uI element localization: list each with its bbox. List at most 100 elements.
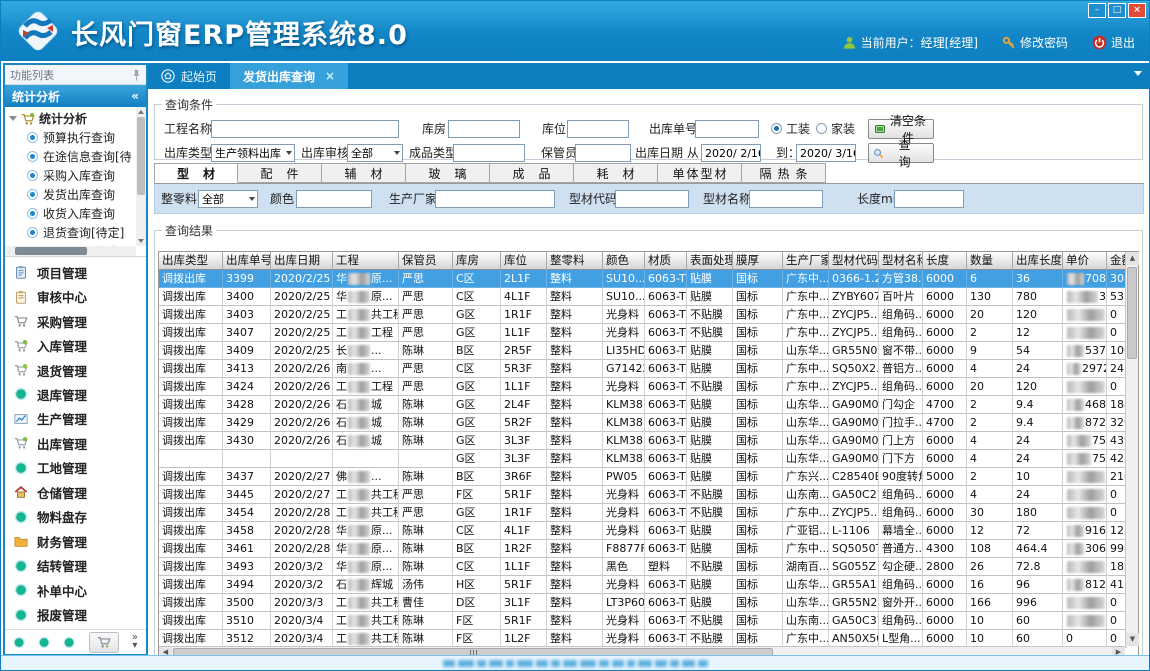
whole-select[interactable]: 全部 <box>198 190 258 208</box>
sidebar-group-folder[interactable]: 财务管理 <box>14 533 146 550</box>
mfr-input[interactable] <box>435 190 555 208</box>
sidebar-group-home[interactable]: 仓储管理 <box>14 484 146 501</box>
table-row[interactable]: 调拨出库34452020/2/27工共工程严思F区5R1F整料光身料6063-T… <box>159 486 1138 504</box>
material-tab[interactable]: 配件 <box>238 163 322 183</box>
warehouse-input[interactable] <box>448 120 520 138</box>
collapse-icon[interactable]: « <box>131 89 139 103</box>
tree-item[interactable]: 在途信息查询[待 <box>7 147 135 166</box>
radio-gongzhuang[interactable] <box>771 123 782 134</box>
column-header[interactable]: 出库长度 <box>1013 252 1063 270</box>
tree-item[interactable]: 采购入库查询 <box>7 166 135 185</box>
column-header[interactable]: 工程 <box>333 252 399 270</box>
sidebar-group-circle[interactable]: 工地管理 <box>14 459 146 476</box>
table-row[interactable]: 调拨出库35102020/3/4工共工程陈琳F区5R1F整料光身料6063-T5… <box>159 612 1138 630</box>
radio-jiazhuang[interactable] <box>816 123 827 134</box>
table-row[interactable]: 调拨出库34542020/2/28工共工程严思G区1R1F整料光身料6063-T… <box>159 504 1138 522</box>
table-row[interactable]: 调拨出库34032020/2/25工共工程严思G区1R1F整料光身料6063-T… <box>159 306 1138 324</box>
column-header[interactable]: 颜色 <box>603 252 645 270</box>
column-header[interactable]: 金额 <box>1107 252 1127 270</box>
column-header[interactable]: 膜厚 <box>733 252 783 270</box>
tab-shipping-query[interactable]: 发货出库查询 × <box>230 63 348 89</box>
sidebar-group-cart[interactable]: 采购管理 <box>14 313 146 330</box>
logout-button[interactable]: 退出 <box>1092 34 1135 51</box>
project-name-input[interactable] <box>211 120 399 138</box>
material-tab[interactable]: 耗材 <box>574 163 658 183</box>
search-button[interactable]: 查 询 <box>868 143 934 163</box>
location-input[interactable] <box>567 120 629 138</box>
maximize-button[interactable]: □ <box>1108 3 1126 18</box>
audit-select[interactable]: 全部 <box>347 144 403 162</box>
table-row[interactable]: 调拨出库34942020/3/2石辉城汤伟H区5R1F整料光身料6063-T5贴… <box>159 576 1138 594</box>
table-row[interactable]: 调拨出库34242020/2/26工工程严思G区1L1F整料光身料6063-T5… <box>159 378 1138 396</box>
minimize-button[interactable]: – <box>1088 3 1106 18</box>
sidebar-group-clipboard2[interactable]: 审核中心 <box>14 288 146 305</box>
tab-close-icon[interactable]: × <box>325 69 335 83</box>
table-row[interactable]: 调拨出库34582020/2/28华原...陈琳C区4L1F整料光身料6063-… <box>159 522 1138 540</box>
column-header[interactable]: 保管员 <box>399 252 453 270</box>
material-tab[interactable]: 隔热条 <box>742 163 826 183</box>
tree-item[interactable]: 预算执行查询 <box>7 128 135 147</box>
table-row[interactable]: 调拨出库33992020/2/25华原...严思C区2L1F整料SU10...6… <box>159 270 1138 288</box>
column-header[interactable]: 整零料 <box>547 252 603 270</box>
material-tab[interactable]: 辅材 <box>322 163 406 183</box>
tab-home[interactable]: 起始页 <box>148 63 230 89</box>
green-dot-icon[interactable] <box>63 636 75 649</box>
table-row[interactable]: 调拨出库34282020/2/26石城陈琳G区2L4F整料KLM38176063… <box>159 396 1138 414</box>
column-header[interactable]: 库位 <box>501 252 547 270</box>
sidebar-group-cart-red[interactable]: 退货管理 <box>14 362 146 379</box>
code-input[interactable] <box>615 190 689 208</box>
sidebar-group-chart[interactable]: 生产管理 <box>14 410 146 427</box>
sidebar-group-circle[interactable]: 报废管理 <box>14 606 146 623</box>
green-dot-icon[interactable] <box>13 636 25 649</box>
column-header[interactable]: 生产厂家 <box>783 252 829 270</box>
material-tab[interactable]: 成品 <box>490 163 574 183</box>
column-header[interactable]: 出库类型 <box>159 252 223 270</box>
table-row[interactable]: 调拨出库34072020/2/25工工程严思G区1L1F整料光身料6063-T5… <box>159 324 1138 342</box>
column-header[interactable]: 型材代码 <box>829 252 879 270</box>
sidebar-group-circle[interactable]: 退库管理 <box>14 386 146 403</box>
out-type-select[interactable]: 生产领料出库 <box>211 144 295 162</box>
tree-root-stats[interactable]: 统计分析 <box>7 109 135 128</box>
tree-horizontal-scrollbar[interactable] <box>5 246 136 256</box>
tree-item[interactable]: 收货入库查询 <box>7 204 135 223</box>
date-to-select[interactable]: 2020/ 3/16 <box>796 144 856 162</box>
cart-toolbar-button[interactable] <box>89 632 119 653</box>
tree-vertical-scrollbar[interactable] <box>136 107 146 246</box>
expander-icon[interactable] <box>9 116 17 121</box>
tree-item[interactable]: 退货查询[待定] <box>7 223 135 242</box>
tabstrip-dropdown-icon[interactable] <box>1134 71 1142 76</box>
table-row[interactable]: 调拨出库34092020/2/25长...陈琳B区2R5F整料LI35HD606… <box>159 342 1138 360</box>
sidebar-group-circle[interactable]: 物料盘存 <box>14 508 146 525</box>
column-header[interactable]: 出库日期 <box>271 252 333 270</box>
column-header[interactable]: 出库单号 <box>223 252 271 270</box>
color-input[interactable] <box>296 190 372 208</box>
keeper-input[interactable] <box>575 144 631 162</box>
column-header[interactable]: 单价 <box>1063 252 1107 270</box>
table-row[interactable]: 调拨出库34612020/2/28华原...陈琳B区1R2F整料F8877FT6… <box>159 540 1138 558</box>
table-row[interactable]: 调拨出库34002020/2/25华原...严思C区4L1F整料SU10...6… <box>159 288 1138 306</box>
grid-vertical-scrollbar[interactable]: ▲ ▼ <box>1125 252 1138 646</box>
column-header[interactable]: 材质 <box>645 252 687 270</box>
close-button[interactable]: × <box>1128 3 1146 18</box>
order-no-input[interactable] <box>695 120 759 138</box>
table-row[interactable]: 调拨出库34292020/2/26石城陈琳G区5R2F整料KLM38176063… <box>159 414 1138 432</box>
more-chevron[interactable]: »▾ <box>132 634 138 650</box>
sidebar-group-cart-green[interactable]: 出库管理 <box>14 435 146 452</box>
length-input[interactable] <box>894 190 964 208</box>
pin-icon[interactable] <box>132 69 141 81</box>
table-row[interactable]: 调拨出库34132020/2/26南...严思C区5R3F整料G71422606… <box>159 360 1138 378</box>
name-input[interactable] <box>749 190 823 208</box>
table-row[interactable]: G区3L3F整料KLM38176063-T5贴膜国标山东华...GA90M09.… <box>159 450 1138 468</box>
material-tab[interactable]: 单体型材 <box>658 163 742 183</box>
change-password-link[interactable]: 修改密码 <box>1002 34 1068 51</box>
column-header[interactable]: 表面处理 <box>687 252 733 270</box>
table-row[interactable]: 调拨出库34932020/3/2华原...陈琳C区1L1F整料黑色塑料不贴膜国标… <box>159 558 1138 576</box>
column-header[interactable]: 数量 <box>967 252 1013 270</box>
product-type-input[interactable] <box>453 144 525 162</box>
sidebar-group-clipboard[interactable]: 项目管理 <box>14 264 146 281</box>
table-row[interactable]: 调拨出库34372020/2/27佛...陈琳B区3R6F整料PW056063-… <box>159 468 1138 486</box>
table-row[interactable]: 调拨出库34302020/2/26石城陈琳G区3L3F整料KLM38176063… <box>159 432 1138 450</box>
column-header[interactable]: 长度 <box>923 252 967 270</box>
table-row[interactable]: 调拨出库35002020/3/3工共工程曹佳D区3L1F整料LT3P606063… <box>159 594 1138 612</box>
date-from-select[interactable]: 2020/ 2/16 <box>701 144 761 162</box>
